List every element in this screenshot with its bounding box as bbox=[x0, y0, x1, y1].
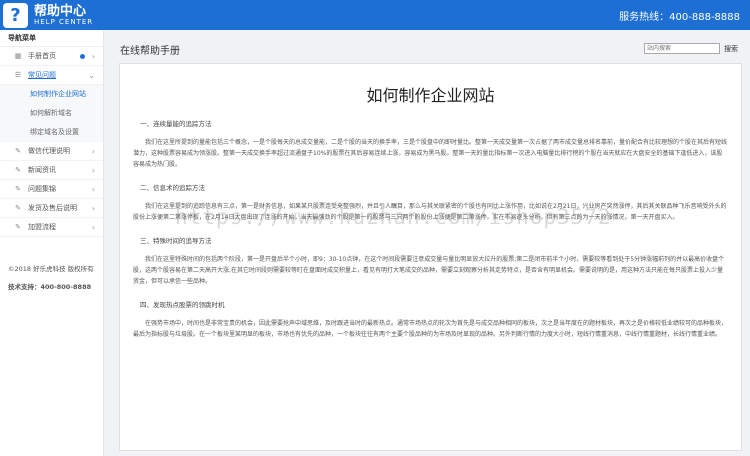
edit-icon: ✎ bbox=[15, 166, 21, 174]
nav-menu-title: 导航菜单 bbox=[0, 30, 103, 47]
grid-icon: ▦ bbox=[14, 52, 22, 60]
support-text: 技术支持：400-800-8888 bbox=[8, 283, 92, 291]
chevron-right-icon: › bbox=[91, 52, 95, 61]
section-body: 我们在这里提到的追踪信息有三点，第一是财务信息，如果某只股票连受来整强烈，并且引… bbox=[133, 203, 727, 221]
sidebar-item-label: 常见问题 bbox=[28, 71, 56, 79]
section-body: 在强势市场中，时间也是非常宝贵的机会，因此需要抢声中域思维，及时跟进当时的最新热… bbox=[133, 320, 728, 338]
sidebar-item-label: 加盟流程 bbox=[28, 223, 56, 231]
article-panel: 如何制作企业网站 一、连续量能的追踪方法 我们在这里所提到的量能包括三个概念，一… bbox=[119, 63, 742, 451]
sidebar-item-issues[interactable]: ✎ 问题集锦 › bbox=[0, 180, 103, 199]
sidebar-item-shipping[interactable]: ✎ 发货及售后说明 › bbox=[0, 199, 103, 218]
section-body: 我们在这里特殊时间的包括两个阶段，第一是开盘后半个小时，即9：30-10点钟，在… bbox=[133, 256, 725, 285]
chevron-right-icon: › bbox=[91, 166, 95, 175]
section-heading: 一、连续量能的追踪方法 bbox=[140, 120, 212, 128]
edit-icon: ✎ bbox=[15, 147, 21, 155]
edit-icon: ✎ bbox=[15, 204, 21, 212]
sidebar-subitem-dns[interactable]: 如何解析域名 bbox=[0, 104, 103, 123]
sidebar-footer: ©2018 好乐虎科技 版权所有 技术支持：400-800-8888 bbox=[8, 260, 94, 296]
edit-icon: ✎ bbox=[15, 223, 21, 231]
chevron-right-icon: › bbox=[91, 223, 95, 232]
sidebar-item-label: 问题集锦 bbox=[28, 185, 56, 193]
help-logo-icon[interactable]: ? bbox=[3, 2, 28, 28]
section-heading: 三、特殊时间的追导方法 bbox=[140, 237, 212, 245]
copyright-text: ©2018 好乐虎科技 版权所有 bbox=[8, 265, 94, 273]
article-title: 如何制作企业网站 bbox=[366, 86, 495, 105]
sidebar-item-label: 发货及售后说明 bbox=[28, 204, 77, 212]
logo-text: 帮助中心 HELP CENTER bbox=[34, 5, 93, 26]
chevron-down-icon: ⌄ bbox=[88, 71, 95, 80]
search-input[interactable] bbox=[644, 43, 720, 54]
sidebar-item-label: 做信代理说明 bbox=[28, 147, 70, 155]
sidebar-item-label: 手册首页 bbox=[28, 52, 56, 60]
sidebar-subitem-bind-domain[interactable]: 绑定域名及设置 bbox=[0, 123, 103, 142]
header-bar: ? 帮助中心 HELP CENTER 服务热线：400-888-8888 bbox=[0, 0, 750, 30]
sidebar-item-franchise[interactable]: ✎ 加盟流程 › bbox=[0, 218, 103, 237]
active-dot-icon bbox=[80, 54, 85, 59]
list-icon: ☰ bbox=[14, 71, 22, 79]
edit-icon: ✎ bbox=[15, 185, 21, 193]
sidebar-subitem-website[interactable]: 如何制作企业网站 bbox=[0, 85, 103, 104]
search-button[interactable]: 搜索 bbox=[724, 44, 738, 54]
chevron-right-icon: › bbox=[91, 185, 95, 194]
sidebar-item-faq[interactable]: ☰ 常见问题 ⌄ bbox=[0, 66, 103, 85]
site-title: 帮助中心 bbox=[34, 3, 87, 19]
sidebar-item-agent[interactable]: ✎ 做信代理说明 › bbox=[0, 142, 103, 161]
site-subtitle: HELP CENTER bbox=[34, 17, 94, 26]
section-heading: 二、信息术的追踪方法 bbox=[140, 184, 205, 192]
section-heading: 四、发现热点股票的领跳时机 bbox=[140, 301, 225, 309]
page-title: 在线帮助手册 bbox=[120, 46, 180, 57]
sidebar-item-home[interactable]: ▦ 手册首页 › bbox=[0, 47, 103, 66]
sidebar-item-label: 新闻资讯 bbox=[28, 166, 56, 174]
section-body: 我们在这里所提到的量能包括三个概念，一是个股每天的总成交量能，二是个股的当天的换… bbox=[133, 139, 728, 168]
chevron-right-icon: › bbox=[91, 147, 95, 156]
sidebar: 导航菜单 ▦ 手册首页 › ☰ 常见问题 ⌄ 如何制作企业网站 如何解析域名 绑… bbox=[0, 30, 104, 456]
service-hotline: 服务热线：400-888-8888 bbox=[619, 12, 740, 23]
chevron-right-icon: › bbox=[91, 204, 95, 213]
sidebar-item-news[interactable]: ✎ 新闻资讯 › bbox=[0, 161, 103, 180]
